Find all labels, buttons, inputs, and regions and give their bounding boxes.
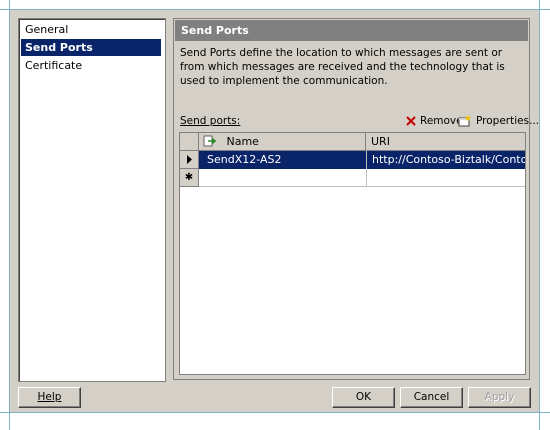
remove-x-icon [406,116,416,126]
cancel-button[interactable]: Cancel [400,387,463,408]
grid-corner-header [180,133,199,151]
new-row-uri-cell[interactable] [366,169,525,187]
send-ports-panel: Send Ports Send Ports define the locatio… [173,18,539,380]
column-uri-label: URI [371,135,390,148]
cancel-button-label: Cancel [413,391,450,403]
panel-description: Send Ports define the location to which … [180,47,505,87]
send-ports-label-text: Send ports: [180,115,241,127]
column-name-label: Name [226,135,259,148]
send-ports-dialog: General Send Ports Certificate Send Port… [10,10,539,412]
ok-button[interactable]: OK [332,387,395,408]
properties-button[interactable]: Properties... [458,113,539,129]
cell-uri[interactable]: http://Contoso-Biztalk/Contoso/BTS... [366,151,525,169]
nav-item-label: Send Ports [25,41,93,54]
help-button[interactable]: Help [18,387,81,408]
nav-item-general[interactable]: General [21,21,161,38]
properties-icon [458,115,471,127]
row-selector[interactable] [180,151,199,169]
remove-label: Remove [420,115,463,127]
current-row-arrow-icon [186,155,192,164]
properties-label: Properties... [476,115,540,127]
nav-item-send-ports[interactable]: Send Ports [21,39,161,56]
nav-item-label: General [25,23,69,36]
column-header-name[interactable]: Name [199,133,366,151]
send-port-header-icon [203,135,217,147]
nav-item-certificate[interactable]: Certificate [21,57,161,74]
ok-button-label: OK [355,391,372,403]
remove-button[interactable]: Remove [406,113,463,129]
apply-button[interactable]: Apply [468,387,531,408]
settings-nav-list[interactable]: General Send Ports Certificate [18,18,166,382]
guide-line-right [539,0,540,430]
new-row-star-icon: ✱ [180,169,199,187]
table-row[interactable]: SendX12-AS2 http://Contoso-Biztalk/Conto… [180,151,525,169]
new-row-name-cell[interactable] [199,169,366,187]
column-header-uri[interactable]: URI [366,133,525,151]
new-row[interactable]: ✱ [180,169,525,187]
guide-line-bottom [0,412,550,413]
help-button-label: Help [37,391,62,403]
send-ports-grid[interactable]: Name URI SendX12-AS2 http://Contoso-Bizt… [179,132,526,375]
cell-name[interactable]: SendX12-AS2 [199,151,366,169]
panel-title: Send Ports [175,20,528,41]
nav-item-label: Certificate [25,59,83,72]
apply-button-label: Apply [484,391,515,403]
send-ports-grid-label: Send ports: [180,115,240,127]
